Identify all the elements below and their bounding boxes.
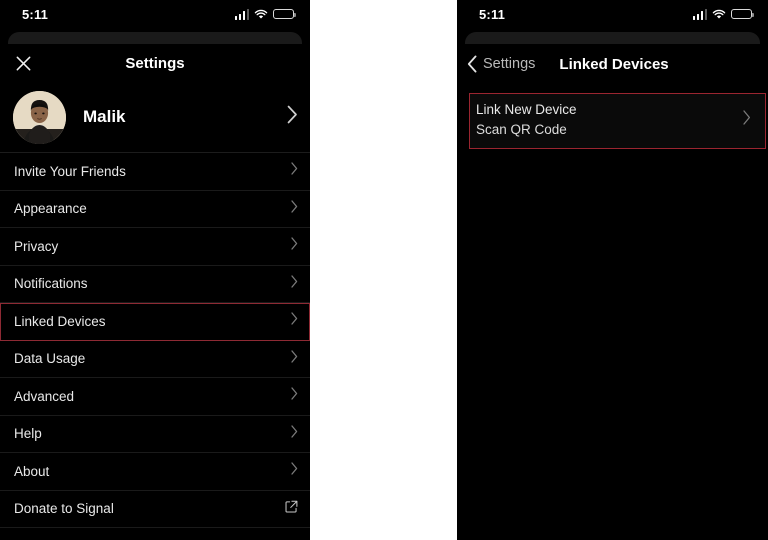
link-new-device-row[interactable]: Link New Device Scan QR Code <box>470 94 765 148</box>
phone-screen-settings: 5:11 Settings Malik Invite Your Friends … <box>0 0 310 540</box>
avatar <box>13 90 66 144</box>
sheet-grabber-strip <box>8 32 302 44</box>
profile-name: Malik <box>83 107 126 126</box>
link-new-device-highlight: Link New Device Scan QR Code <box>469 93 766 149</box>
status-icons <box>692 8 754 20</box>
chevron-right-icon <box>291 425 298 443</box>
chevron-right-icon <box>291 312 298 330</box>
sidebar-item-advanced[interactable]: Advanced <box>0 378 310 416</box>
navbar-linked-devices: Settings Linked Devices <box>457 44 768 84</box>
link-new-device-text: Link New Device Scan QR Code <box>476 100 743 140</box>
list-item-label: About <box>14 463 50 479</box>
list-item-label: Linked Devices <box>14 313 106 329</box>
chevron-right-icon <box>291 237 298 255</box>
chevron-right-icon <box>291 462 298 480</box>
sidebar-item-invite-your-friends[interactable]: Invite Your Friends <box>0 153 310 191</box>
external-link-icon <box>285 500 298 518</box>
back-label: Settings <box>483 56 536 72</box>
sheet-grabber-strip <box>465 32 760 44</box>
status-bar-left: 5:11 <box>0 0 310 28</box>
profile-row[interactable]: Malik <box>0 82 310 153</box>
list-item-label: Appearance <box>14 201 87 217</box>
sidebar-item-donate-to-signal[interactable]: Donate to Signal <box>0 491 310 528</box>
list-item-label: Advanced <box>14 388 75 404</box>
list-item-label: Privacy <box>14 238 59 254</box>
status-bar-right: 5:11 <box>457 0 768 28</box>
signal-bars-icon <box>234 8 249 20</box>
navbar-settings: Settings <box>0 44 310 82</box>
chevron-right-icon <box>291 387 298 405</box>
chevron-right-icon <box>291 200 298 218</box>
sidebar-item-appearance[interactable]: Appearance <box>0 191 310 228</box>
list-item-label: Data Usage <box>14 351 86 367</box>
chevron-right-icon <box>743 110 751 130</box>
link-new-device-title: Link New Device <box>476 102 577 117</box>
battery-icon <box>731 8 754 20</box>
list-item-label: Donate to Signal <box>14 501 114 517</box>
sidebar-item-help[interactable]: Help <box>0 416 310 453</box>
page-title: Settings <box>125 54 185 72</box>
chevron-left-icon <box>467 55 478 73</box>
list-item-label: Help <box>14 426 42 442</box>
settings-list: Invite Your Friends Appearance Privacy N… <box>0 153 310 528</box>
wifi-icon <box>254 9 268 19</box>
close-icon[interactable] <box>12 52 34 74</box>
sidebar-item-notifications[interactable]: Notifications <box>0 266 310 303</box>
chevron-right-icon <box>291 162 298 180</box>
status-icons <box>234 8 296 20</box>
status-time: 5:11 <box>479 6 506 22</box>
sidebar-item-linked-devices[interactable]: Linked Devices <box>0 303 310 341</box>
sidebar-item-about[interactable]: About <box>0 453 310 491</box>
sidebar-item-data-usage[interactable]: Data Usage <box>0 341 310 378</box>
sidebar-item-privacy[interactable]: Privacy <box>0 228 310 266</box>
status-time: 5:11 <box>22 6 49 22</box>
battery-icon <box>273 8 296 20</box>
list-item-label: Invite Your Friends <box>14 163 126 179</box>
chevron-right-icon <box>287 105 298 129</box>
phone-screen-linked-devices: 5:11 Settings Linked Devices Link New De… <box>457 0 768 540</box>
screenshot-canvas: 5:11 Settings Malik Invite Your Friends … <box>0 0 768 540</box>
chevron-right-icon <box>291 350 298 368</box>
list-item-label: Notifications <box>14 276 88 292</box>
signal-bars-icon <box>692 8 707 20</box>
link-new-device-subtitle: Scan QR Code <box>476 121 567 137</box>
wifi-icon <box>712 9 726 19</box>
back-button[interactable]: Settings <box>467 55 535 73</box>
chevron-right-icon <box>291 275 298 293</box>
page-title: Linked Devices <box>559 55 669 73</box>
